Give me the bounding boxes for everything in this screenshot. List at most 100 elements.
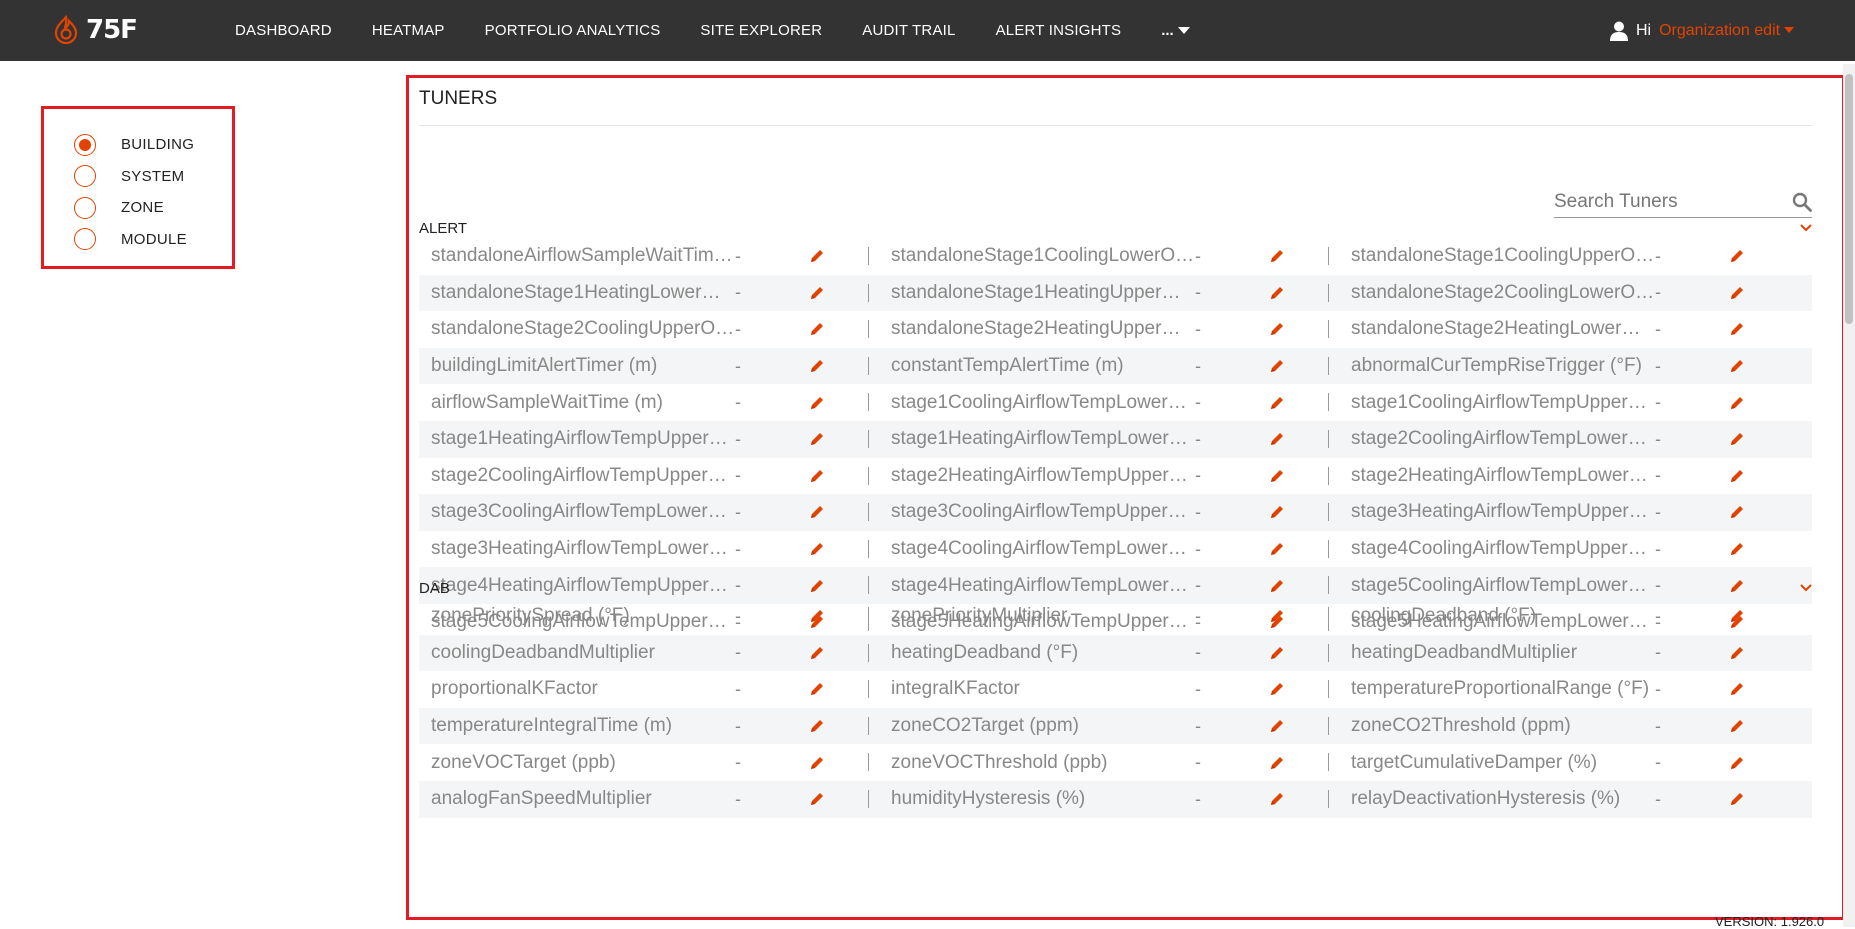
edit-pencil-icon[interactable] xyxy=(1267,429,1287,449)
edit-pencil-icon[interactable] xyxy=(1727,283,1747,303)
nav-site-explorer[interactable]: SITE EXPLORER xyxy=(700,22,822,39)
column-divider xyxy=(868,503,869,522)
edit-pencil-icon[interactable] xyxy=(1267,716,1287,736)
edit-pencil-icon[interactable] xyxy=(1267,753,1287,773)
chevron-down-icon[interactable] xyxy=(1800,219,1812,237)
caret-down-icon xyxy=(1177,26,1190,34)
tuner-name: zoneCO2Target (ppm) xyxy=(891,715,1079,737)
edit-pencil-icon[interactable] xyxy=(1727,246,1747,266)
edit-pencil-icon[interactable] xyxy=(807,429,827,449)
tuner-cell: standaloneStage2CoolingUpperOffset - xyxy=(419,311,879,348)
edit-pencil-icon[interactable] xyxy=(807,319,827,339)
edit-pencil-icon[interactable] xyxy=(1267,643,1287,663)
tuner-cell: stage4CoolingAirflowTempLowerOffset - xyxy=(879,531,1339,568)
nav-heatmap[interactable]: HEATMAP xyxy=(372,22,445,39)
search-input[interactable] xyxy=(1554,190,1774,213)
edit-pencil-icon[interactable] xyxy=(1727,716,1747,736)
edit-pencil-icon[interactable] xyxy=(807,283,827,303)
column-divider xyxy=(868,466,869,485)
nav-dashboard[interactable]: DASHBOARD xyxy=(235,22,332,39)
tuner-value: - xyxy=(1195,642,1201,663)
radio-zone[interactable]: ZONE xyxy=(44,192,232,224)
edit-pencil-icon[interactable] xyxy=(1267,539,1287,559)
edit-pencil-icon[interactable] xyxy=(1727,606,1747,626)
tuner-value: - xyxy=(735,605,741,626)
radio-system[interactable]: SYSTEM xyxy=(44,161,232,193)
edit-pencil-icon[interactable] xyxy=(1727,753,1747,773)
edit-pencil-icon[interactable] xyxy=(1727,789,1747,809)
radio-button[interactable] xyxy=(74,165,96,188)
chevron-down-icon[interactable] xyxy=(1800,579,1812,597)
edit-pencil-icon[interactable] xyxy=(1267,283,1287,303)
edit-pencil-icon[interactable] xyxy=(1267,789,1287,809)
table-row: stage3HeatingAirflowTempLowerOffset - stag… xyxy=(419,531,1812,568)
tuner-cell: stage4CoolingAirflowTempUpperOffset - xyxy=(1339,531,1799,568)
edit-pencil-icon[interactable] xyxy=(1267,466,1287,486)
edit-pencil-icon[interactable] xyxy=(807,393,827,413)
nav-alert-insights[interactable]: ALERT INSIGHTS xyxy=(996,22,1122,39)
radio-button-selected[interactable] xyxy=(74,133,96,156)
edit-pencil-icon[interactable] xyxy=(1727,319,1747,339)
organization-dropdown[interactable]: Organization edit xyxy=(1659,22,1795,40)
column-divider xyxy=(868,429,869,448)
edit-pencil-icon[interactable] xyxy=(1727,643,1747,663)
edit-pencil-icon[interactable] xyxy=(807,502,827,522)
edit-pencil-icon[interactable] xyxy=(1727,466,1747,486)
radio-button[interactable] xyxy=(74,196,96,219)
nav-audit-trail[interactable]: AUDIT TRAIL xyxy=(862,22,955,39)
tuner-cell: standaloneStage1CoolingLowerOffset - xyxy=(879,238,1339,275)
tuner-cell: integralKFactor - xyxy=(879,671,1339,708)
tuner-name: stage3CoolingAirflowTempLowerOffset xyxy=(431,501,735,523)
scrollbar-thumb[interactable] xyxy=(1845,74,1853,324)
edit-pencil-icon[interactable] xyxy=(1267,393,1287,413)
radio-module[interactable]: MODULE xyxy=(44,224,232,256)
section-header-alert[interactable]: ALERT xyxy=(419,218,1812,238)
edit-pencil-icon[interactable] xyxy=(1267,356,1287,376)
edit-pencil-icon[interactable] xyxy=(807,716,827,736)
edit-pencil-icon[interactable] xyxy=(1267,319,1287,339)
edit-pencil-icon[interactable] xyxy=(807,789,827,809)
radio-button[interactable] xyxy=(74,228,96,251)
edit-pencil-icon[interactable] xyxy=(1727,539,1747,559)
logo[interactable]: 75F xyxy=(52,10,138,50)
tuner-cell: stage2CoolingAirflowTempLowerOffset - xyxy=(1339,421,1799,458)
edit-pencil-icon[interactable] xyxy=(1267,679,1287,699)
edit-pencil-icon[interactable] xyxy=(1727,502,1747,522)
edit-pencil-icon[interactable] xyxy=(1727,679,1747,699)
edit-pencil-icon[interactable] xyxy=(807,643,827,663)
edit-pencil-icon[interactable] xyxy=(807,679,827,699)
edit-pencil-icon[interactable] xyxy=(807,356,827,376)
search-icon[interactable] xyxy=(1792,192,1812,212)
title-divider xyxy=(419,125,1812,126)
section-label: DAB xyxy=(419,579,450,597)
tuner-name: stage1HeatingAirflowTempLowerOffset xyxy=(891,428,1195,450)
radio-building[interactable]: BUILDING xyxy=(44,129,232,161)
section-header-dab[interactable]: DAB xyxy=(419,578,1812,598)
tuner-value: - xyxy=(735,428,741,449)
tuner-value: - xyxy=(1195,752,1201,773)
tuner-name: zoneVOCThreshold (ppb) xyxy=(891,751,1108,773)
edit-pencil-icon[interactable] xyxy=(807,246,827,266)
edit-pencil-icon[interactable] xyxy=(1267,246,1287,266)
tuner-name: humidityHysteresis (%) xyxy=(891,788,1086,810)
edit-pencil-icon[interactable] xyxy=(1727,356,1747,376)
edit-pencil-icon[interactable] xyxy=(1727,393,1747,413)
edit-pencil-icon[interactable] xyxy=(1727,429,1747,449)
tuner-cell: airflowSampleWaitTime (m) - xyxy=(419,384,879,421)
tuner-value: - xyxy=(735,642,741,663)
tuner-value: - xyxy=(1195,465,1201,486)
page-scrollbar[interactable] xyxy=(1843,64,1855,927)
edit-pencil-icon[interactable] xyxy=(807,466,827,486)
tuner-cell: stage3CoolingAirflowTempLowerOffset - xyxy=(419,494,879,531)
edit-pencil-icon[interactable] xyxy=(1267,502,1287,522)
edit-pencil-icon[interactable] xyxy=(807,606,827,626)
tuner-value: - xyxy=(1655,392,1661,413)
edit-pencil-icon[interactable] xyxy=(1267,606,1287,626)
nav-more-menu[interactable]: ... xyxy=(1161,22,1190,39)
tuner-value: - xyxy=(1655,465,1661,486)
nav-portfolio-analytics[interactable]: PORTFOLIO ANALYTICS xyxy=(485,22,661,39)
tuner-value: - xyxy=(1655,355,1661,376)
edit-pencil-icon[interactable] xyxy=(807,539,827,559)
tuner-cell: zonePrioritySpread (°F) - xyxy=(419,598,879,635)
edit-pencil-icon[interactable] xyxy=(807,753,827,773)
